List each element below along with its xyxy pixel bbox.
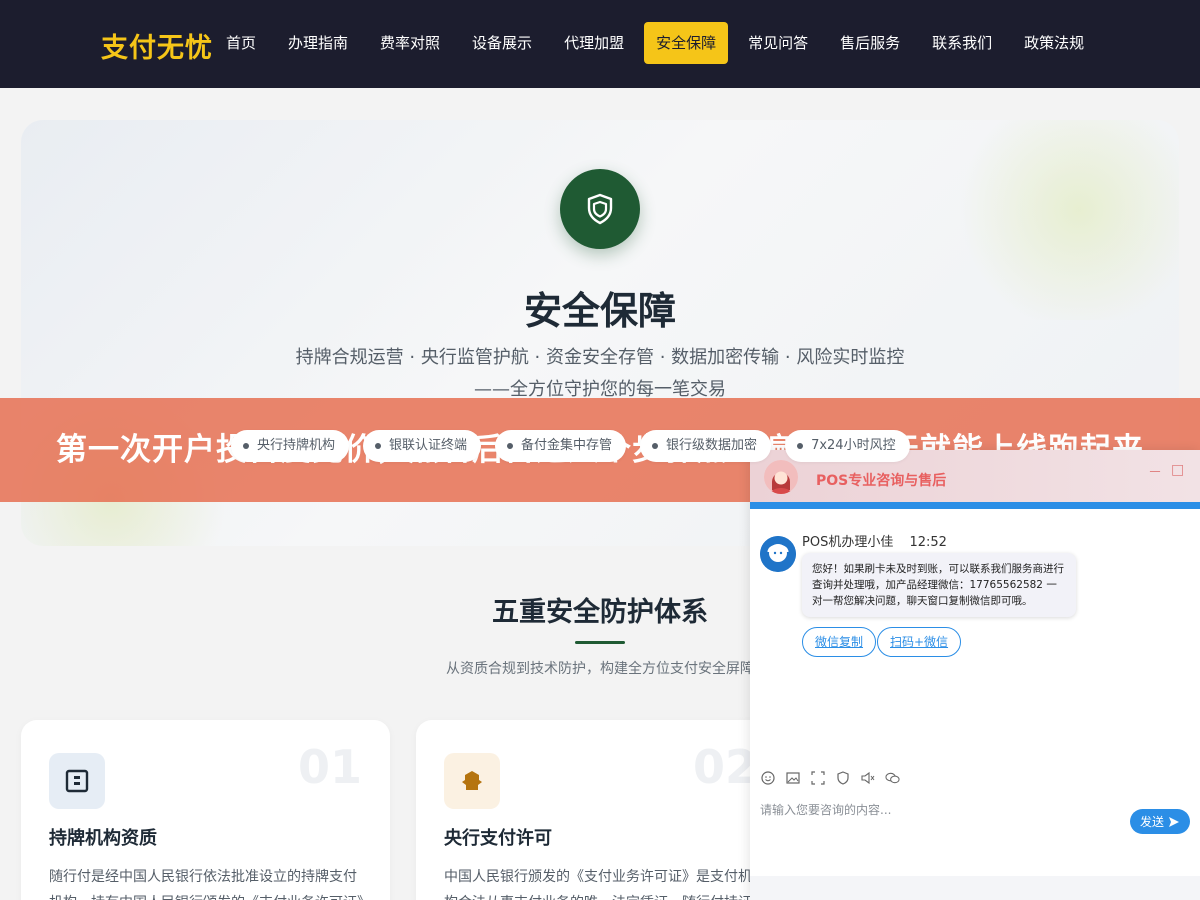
agent-name: POS机办理小佳 bbox=[802, 535, 894, 550]
hero-badge: 备付金集中存管 bbox=[495, 430, 627, 462]
bank-icon bbox=[462, 771, 482, 790]
nav-item-contact[interactable]: 联系我们 bbox=[920, 22, 1004, 64]
screenshot-icon[interactable] bbox=[810, 770, 825, 785]
message-time: 12:52 bbox=[909, 535, 947, 550]
card-description: 中国人民银行颁发的《支付业务许可证》是支付机构合法从事支付业务的唯一法定凭证，随… bbox=[444, 869, 752, 900]
card-icon-box bbox=[444, 753, 500, 809]
hero-badge: 银行级数据加密 bbox=[640, 430, 772, 462]
service-avatar bbox=[760, 536, 796, 572]
hero-badges: 央行持牌机构 银联认证终端 备付金集中存管 银行级数据加密 7x24小时风控 bbox=[231, 430, 910, 462]
card-title: 央行支付许可 bbox=[444, 828, 552, 849]
send-button[interactable]: 发送 bbox=[1130, 809, 1190, 834]
agent-avatar bbox=[764, 460, 798, 494]
nav-item-rates[interactable]: 费率对照 bbox=[368, 22, 452, 64]
hero-badge: 央行持牌机构 bbox=[231, 430, 350, 462]
nav-item-faq[interactable]: 常见问答 bbox=[736, 22, 820, 64]
chat-title: POS专业咨询与售后 bbox=[816, 473, 947, 489]
nav-item-security[interactable]: 安全保障 bbox=[644, 22, 729, 64]
emoji-icon[interactable] bbox=[760, 770, 775, 785]
chat-footer bbox=[750, 876, 1200, 900]
nav-menu: 首页 办理指南 费率对照 设备展示 代理加盟 安全保障 常见问答 售后服务 联系… bbox=[214, 22, 1104, 64]
agent-avatar-icon bbox=[764, 460, 798, 494]
feature-card: 02 央行支付许可 中国人民银行颁发的《支付业务许可证》是支付机构合法从事支付业… bbox=[416, 720, 785, 900]
card-icon-box bbox=[49, 753, 105, 809]
chat-header-bar bbox=[750, 502, 1200, 509]
shield-icon bbox=[587, 193, 613, 225]
send-button-label: 发送 bbox=[1139, 815, 1164, 829]
wechat-icon[interactable] bbox=[885, 770, 900, 785]
scan-wechat-button[interactable]: 扫码+微信 bbox=[877, 627, 962, 657]
minimize-icon[interactable]: － bbox=[1148, 462, 1162, 482]
audio-icon[interactable] bbox=[860, 770, 875, 785]
hero-title: 安全保障 bbox=[523, 289, 676, 333]
nav-item-home[interactable]: 首页 bbox=[214, 22, 268, 64]
license-icon bbox=[65, 769, 89, 793]
service-avatar-icon bbox=[760, 536, 796, 572]
chat-widget: POS专业咨询与售后 － □ POS机办理小佳 12:52 您好！如果刷卡未及时… bbox=[750, 450, 1200, 900]
section-divider bbox=[575, 641, 625, 644]
nav-item-policy[interactable]: 政策法规 bbox=[1012, 22, 1096, 64]
card-number: 02 bbox=[692, 740, 757, 794]
copy-wechat-button[interactable]: 微信复制 bbox=[802, 627, 877, 657]
message-bubble: 您好！如果刷卡未及时到账，可以联系我们服务商进行查询并处理哦，加产品经理微信：1… bbox=[802, 553, 1076, 617]
rating-icon[interactable] bbox=[835, 770, 850, 785]
send-icon bbox=[1169, 816, 1179, 827]
card-number: 01 bbox=[297, 740, 362, 794]
hero-icon-circle bbox=[560, 169, 640, 249]
nav-item-agent[interactable]: 代理加盟 bbox=[552, 22, 636, 64]
image-icon[interactable] bbox=[785, 770, 800, 785]
hero-subtitle: 持牌合规运营 · 央行监管护航 · 资金安全存管 · 数据加密传输 · 风险实时… bbox=[295, 347, 905, 400]
nav-item-aftersales[interactable]: 售后服务 bbox=[828, 22, 912, 64]
chat-toolbar bbox=[760, 770, 900, 785]
card-title: 持牌机构资质 bbox=[49, 828, 157, 849]
hero-badge: 银联认证终端 bbox=[363, 430, 482, 462]
card-description: 随行付是经中国人民银行依法批准设立的持牌支付机构，持有中国人民银行颁发的《支付业… bbox=[49, 869, 371, 900]
top-navbar: 支付无忧 首页 办理指南 费率对照 设备展示 代理加盟 安全保障 常见问答 售后… bbox=[0, 0, 1200, 88]
nav-item-devices[interactable]: 设备展示 bbox=[460, 22, 544, 64]
hero-badge: 7x24小时风控 bbox=[785, 430, 910, 462]
nav-item-guide[interactable]: 办理指南 bbox=[276, 22, 360, 64]
site-logo[interactable]: 支付无忧 bbox=[101, 26, 213, 65]
maximize-icon[interactable]: □ bbox=[1171, 462, 1184, 478]
feature-card: 01 持牌机构资质 随行付是经中国人民银行依法批准设立的持牌支付机构，持有中国人… bbox=[21, 720, 390, 900]
message-meta: POS机办理小佳 12:52 bbox=[802, 531, 947, 550]
chat-message-input[interactable]: 请输入您要咨询的内容... bbox=[760, 801, 891, 818]
